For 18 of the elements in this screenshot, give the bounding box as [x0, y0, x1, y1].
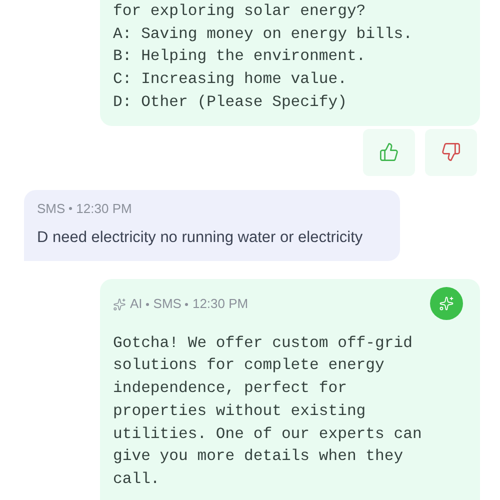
sparkle-icon [113, 298, 126, 311]
thumbs-up-button[interactable] [363, 128, 415, 176]
message-line: D: Other (Please Specify) [113, 92, 348, 113]
message-line: B: Helping the environment. [113, 46, 367, 68]
message-line: C: Increasing home value. [113, 69, 348, 90]
sparkle-icon [439, 296, 454, 312]
message-line: A: Saving money on energy bills. [113, 24, 414, 45]
message-text: D need electricity no running water or electricity [37, 228, 364, 248]
thumbs-up-icon [379, 142, 399, 162]
timestamp: 12:30 PM [192, 295, 248, 314]
channel-label: SMS [153, 295, 182, 314]
thumbs-down-button[interactable] [425, 128, 477, 176]
timestamp: 12:30 PM [76, 200, 132, 218]
message-line: for exploring solar energy? [113, 1, 367, 22]
channel-label: SMS [37, 200, 66, 218]
source-label: AI [130, 295, 142, 314]
message-text: Gotcha! We offer custom off-grid solutions for complete energy independence, perfect for properties without existing utilities. One of our experts can give you more details when they call. [113, 332, 423, 490]
thumbs-down-icon [441, 142, 461, 162]
